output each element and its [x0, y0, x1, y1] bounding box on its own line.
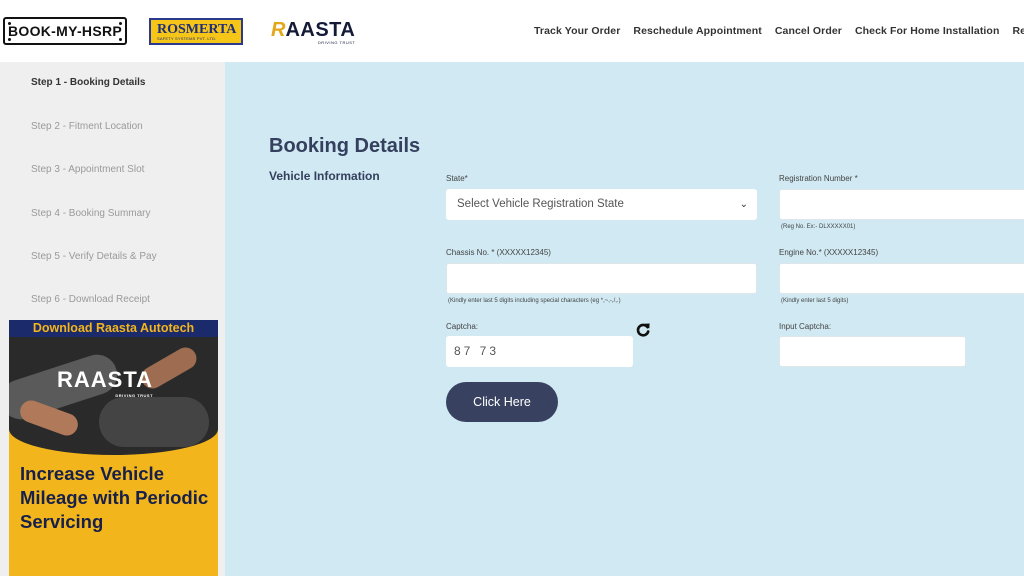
section-vehicle-information: Vehicle Information [269, 169, 380, 183]
step-2-fitment-location[interactable]: Step 2 - Fitment Location [31, 121, 143, 132]
nav-track-order[interactable]: Track Your Order [534, 25, 620, 37]
engine-number-input[interactable] [779, 263, 1024, 294]
chevron-down-icon: ⌄ [739, 199, 748, 210]
chassis-number-label: Chassis No. * (XXXXX12345) [446, 248, 551, 257]
step-3-appointment-slot[interactable]: Step 3 - Appointment Slot [31, 164, 144, 175]
raasta-logo-subtitle: DRIVING TRUST [317, 40, 356, 45]
nav-cancel-order[interactable]: Cancel Order [775, 25, 842, 37]
promo-raasta-logo-subtitle: DRIVING TRUST [115, 393, 154, 398]
refresh-icon[interactable] [635, 322, 651, 338]
step-4-booking-summary[interactable]: Step 4 - Booking Summary [31, 208, 151, 219]
rosmerta-logo-mark: R [157, 21, 168, 37]
rosmerta-logo-text: OSMERTA [167, 21, 237, 37]
captcha-label: Captcha: [446, 322, 479, 331]
rosmerta-logo-subtitle: SAFETY SYSTEMS PVT. LTD. [157, 35, 217, 41]
input-captcha-field[interactable] [779, 336, 966, 367]
book-my-hsrp-logo[interactable]: BOOK-MY-HSRP [3, 17, 127, 45]
nav-reschedule-appointment[interactable]: Reschedule Appointment [633, 25, 761, 37]
rosmerta-logo[interactable]: ROSMERTA SAFETY SYSTEMS PVT. LTD. [149, 18, 243, 45]
nav-receipt[interactable]: Receipt V [1012, 25, 1024, 37]
step-6-download-receipt[interactable]: Step 6 - Download Receipt [31, 294, 150, 305]
page-title: Booking Details [269, 135, 421, 157]
step-1-booking-details[interactable]: Step 1 - Booking Details [31, 77, 145, 88]
registration-number-label: Registration Number * [779, 174, 858, 183]
state-select-value: Select Vehicle Registration State [457, 198, 624, 210]
raasta-logo-mark: R [271, 19, 286, 41]
booking-form-area: Booking Details Vehicle Information Stat… [225, 62, 1024, 576]
step-5-verify-pay[interactable]: Step 5 - Verify Details & Pay [31, 251, 157, 262]
input-captcha-label: Input Captcha: [779, 322, 832, 331]
raasta-logo[interactable]: R AASTA DRIVING TRUST [271, 19, 355, 45]
chassis-number-input[interactable] [446, 263, 757, 294]
registration-number-hint: (Reg No. Ex:- DLXXXXX01) [781, 224, 856, 230]
promo-download-heading: Download Raasta Autotech [9, 320, 218, 337]
captcha-image: 87 73 [446, 336, 633, 367]
nav-check-home-installation[interactable]: Check For Home Installation [855, 25, 999, 37]
promo-raasta-logo: RAASTA DRIVING TRUST [57, 367, 154, 398]
raasta-promo-banner[interactable]: Download Raasta Autotech RAASTA DRIVING … [9, 320, 218, 576]
click-here-button[interactable]: Click Here [446, 382, 558, 422]
engine-number-hint: (Kindly enter last 5 digits) [781, 298, 849, 304]
promo-tagline: Increase Vehicle Mileage with Periodic S… [20, 463, 209, 532]
raasta-logo-text: AASTA [285, 19, 356, 41]
state-label: State* [446, 174, 468, 183]
header: BOOK-MY-HSRP ROSMERTA SAFETY SYSTEMS PVT… [0, 0, 1024, 62]
promo-mechanic-image: RAASTA DRIVING TRUST [9, 337, 218, 455]
top-nav: Track Your Order Reschedule Appointment … [534, 25, 1024, 37]
engine-number-label: Engine No.* (XXXXX12345) [779, 248, 879, 257]
registration-number-input[interactable] [779, 189, 1024, 220]
chassis-number-hint: (Kindly enter last 5 digits including sp… [448, 298, 621, 304]
steps-sidebar: Step 1 - Booking Details Step 2 - Fitmen… [0, 62, 225, 576]
state-select[interactable]: Select Vehicle Registration State ⌄ [446, 189, 757, 220]
